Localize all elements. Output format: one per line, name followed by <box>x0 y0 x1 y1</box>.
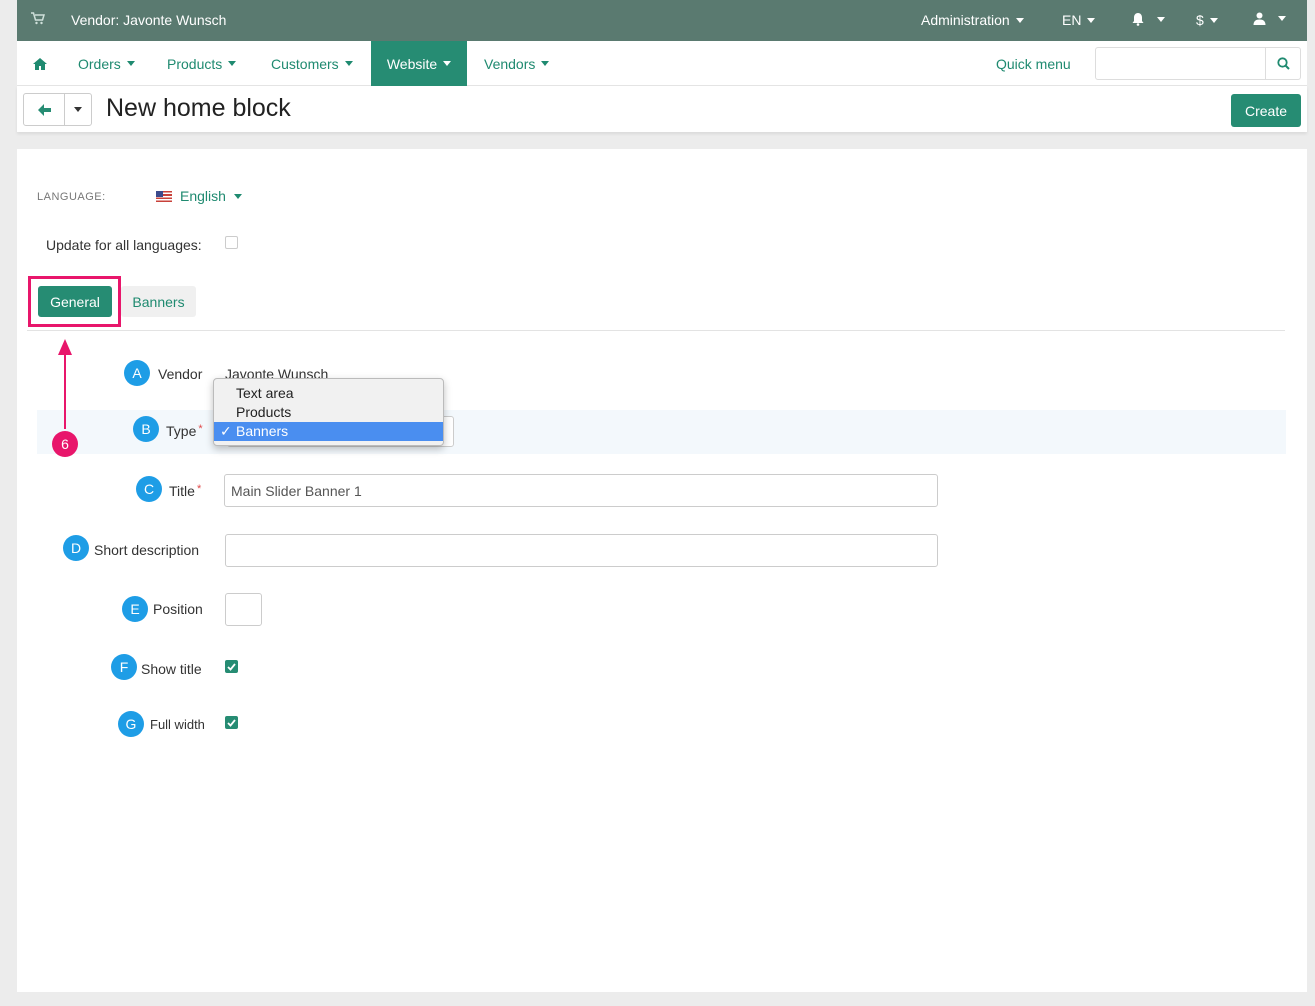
badge-a: A <box>124 360 150 386</box>
nav-orders[interactable]: Orders <box>78 41 135 86</box>
badge-g: G <box>118 711 144 737</box>
language-label: EN <box>1062 12 1082 28</box>
step-badge: 6 <box>52 431 78 457</box>
chevron-down-icon <box>228 61 237 66</box>
checkmark-icon <box>227 718 236 727</box>
create-button[interactable]: Create <box>1231 94 1301 127</box>
nav-vendors[interactable]: Vendors <box>484 41 550 86</box>
type-label: Type * <box>166 423 203 439</box>
chevron-down-icon <box>126 61 135 66</box>
page-title: New home block <box>106 94 291 122</box>
chevron-down-icon <box>74 107 82 112</box>
badge-e: E <box>122 596 148 622</box>
badge-b: B <box>133 416 159 442</box>
title-label-text: Title <box>169 483 195 499</box>
full-width-checkbox[interactable] <box>225 716 238 729</box>
type-label-text: Type <box>166 423 197 439</box>
search-input[interactable] <box>1095 47 1301 80</box>
nav-customers-label: Customers <box>271 55 339 72</box>
badge-f: F <box>111 654 137 680</box>
type-option-banners[interactable]: ✓ Banners <box>214 422 443 441</box>
home-link[interactable] <box>33 41 47 86</box>
administration-label: Administration <box>921 12 1010 28</box>
administration-menu[interactable]: Administration <box>921 12 1024 28</box>
badge-d: D <box>63 535 89 561</box>
arrow-left-icon <box>37 103 51 116</box>
chevron-down-icon <box>1015 17 1024 23</box>
chevron-down-icon <box>443 61 452 66</box>
short-description-input[interactable] <box>225 534 938 567</box>
full-width-label: Full width <box>150 717 205 732</box>
nav-orders-label: Orders <box>78 55 121 72</box>
nav-vendors-label: Vendors <box>484 55 536 72</box>
update-all-languages-label: Update for all languages: <box>46 237 202 253</box>
chevron-down-icon <box>233 193 242 199</box>
vendor-title: Vendor: Javonte Wunsch <box>71 12 227 28</box>
quick-menu-link[interactable]: Quick menu <box>996 56 1071 72</box>
currency-menu[interactable]: $ <box>1196 12 1218 28</box>
user-icon <box>1253 12 1266 25</box>
chevron-down-icon <box>1087 17 1096 23</box>
nav-products-label: Products <box>167 55 223 72</box>
short-description-label: Short description <box>94 542 200 558</box>
bell-icon <box>1132 13 1144 26</box>
checkmark-icon: ✓ <box>220 423 232 439</box>
position-input[interactable] <box>225 593 262 626</box>
type-dropdown[interactable]: Text area Products ✓ Banners <box>213 378 444 446</box>
top-bar: Vendor: Javonte Wunsch Administration EN… <box>17 0 1307 41</box>
position-label: Position <box>153 601 203 617</box>
show-title-label: Show title <box>141 661 202 677</box>
tab-highlight-box <box>28 276 121 327</box>
type-option-text-area[interactable]: Text area <box>214 384 443 403</box>
chevron-down-icon <box>541 61 550 66</box>
nav-products[interactable]: Products <box>167 41 237 86</box>
required-marker: * <box>198 423 203 435</box>
title-input[interactable]: Main Slider Banner 1 <box>224 474 938 507</box>
cart-icon[interactable] <box>31 12 46 30</box>
currency-label: $ <box>1196 12 1204 28</box>
us-flag-icon <box>156 190 172 202</box>
option-label: Banners <box>236 423 289 439</box>
home-icon <box>33 57 47 70</box>
action-bar: New home block Create <box>17 86 1307 132</box>
search-icon <box>1276 57 1290 70</box>
tab-divider <box>27 330 1285 331</box>
language-label: LANGUAGE: <box>37 191 106 203</box>
chevron-down-icon <box>1209 17 1218 23</box>
back-button[interactable] <box>23 93 65 126</box>
chevron-down-icon <box>344 61 353 66</box>
content-panel: LANGUAGE: English Update for all languag… <box>17 149 1307 992</box>
option-label: Products <box>236 404 292 420</box>
nav-customers[interactable]: Customers <box>271 41 353 86</box>
update-all-languages-checkbox[interactable] <box>225 236 238 249</box>
badge-c: C <box>136 476 162 502</box>
notifications-menu[interactable] <box>1131 12 1165 26</box>
user-menu[interactable] <box>1253 12 1286 25</box>
option-label: Text area <box>236 385 294 401</box>
vendor-label: Vendor <box>158 366 203 382</box>
nav-website-label: Website <box>386 55 438 72</box>
chevron-down-icon <box>1278 16 1286 21</box>
nav-website[interactable]: Website <box>371 41 467 86</box>
checkmark-icon <box>227 662 236 671</box>
title-label: Title * <box>169 483 201 499</box>
language-value: English <box>180 188 226 204</box>
language-select[interactable]: English <box>156 188 242 204</box>
main-navbar: Orders Products Customers Website Vendor… <box>17 41 1307 86</box>
search-button[interactable] <box>1265 48 1300 79</box>
required-marker: * <box>196 483 202 495</box>
back-dropdown-button[interactable] <box>64 93 92 126</box>
tab-banners[interactable]: Banners <box>121 286 196 317</box>
chevron-down-icon <box>1157 16 1165 22</box>
type-option-products[interactable]: Products <box>214 403 443 422</box>
show-title-checkbox[interactable] <box>225 660 238 673</box>
language-menu[interactable]: EN <box>1062 12 1096 28</box>
annotation-arrow-line <box>64 349 66 429</box>
